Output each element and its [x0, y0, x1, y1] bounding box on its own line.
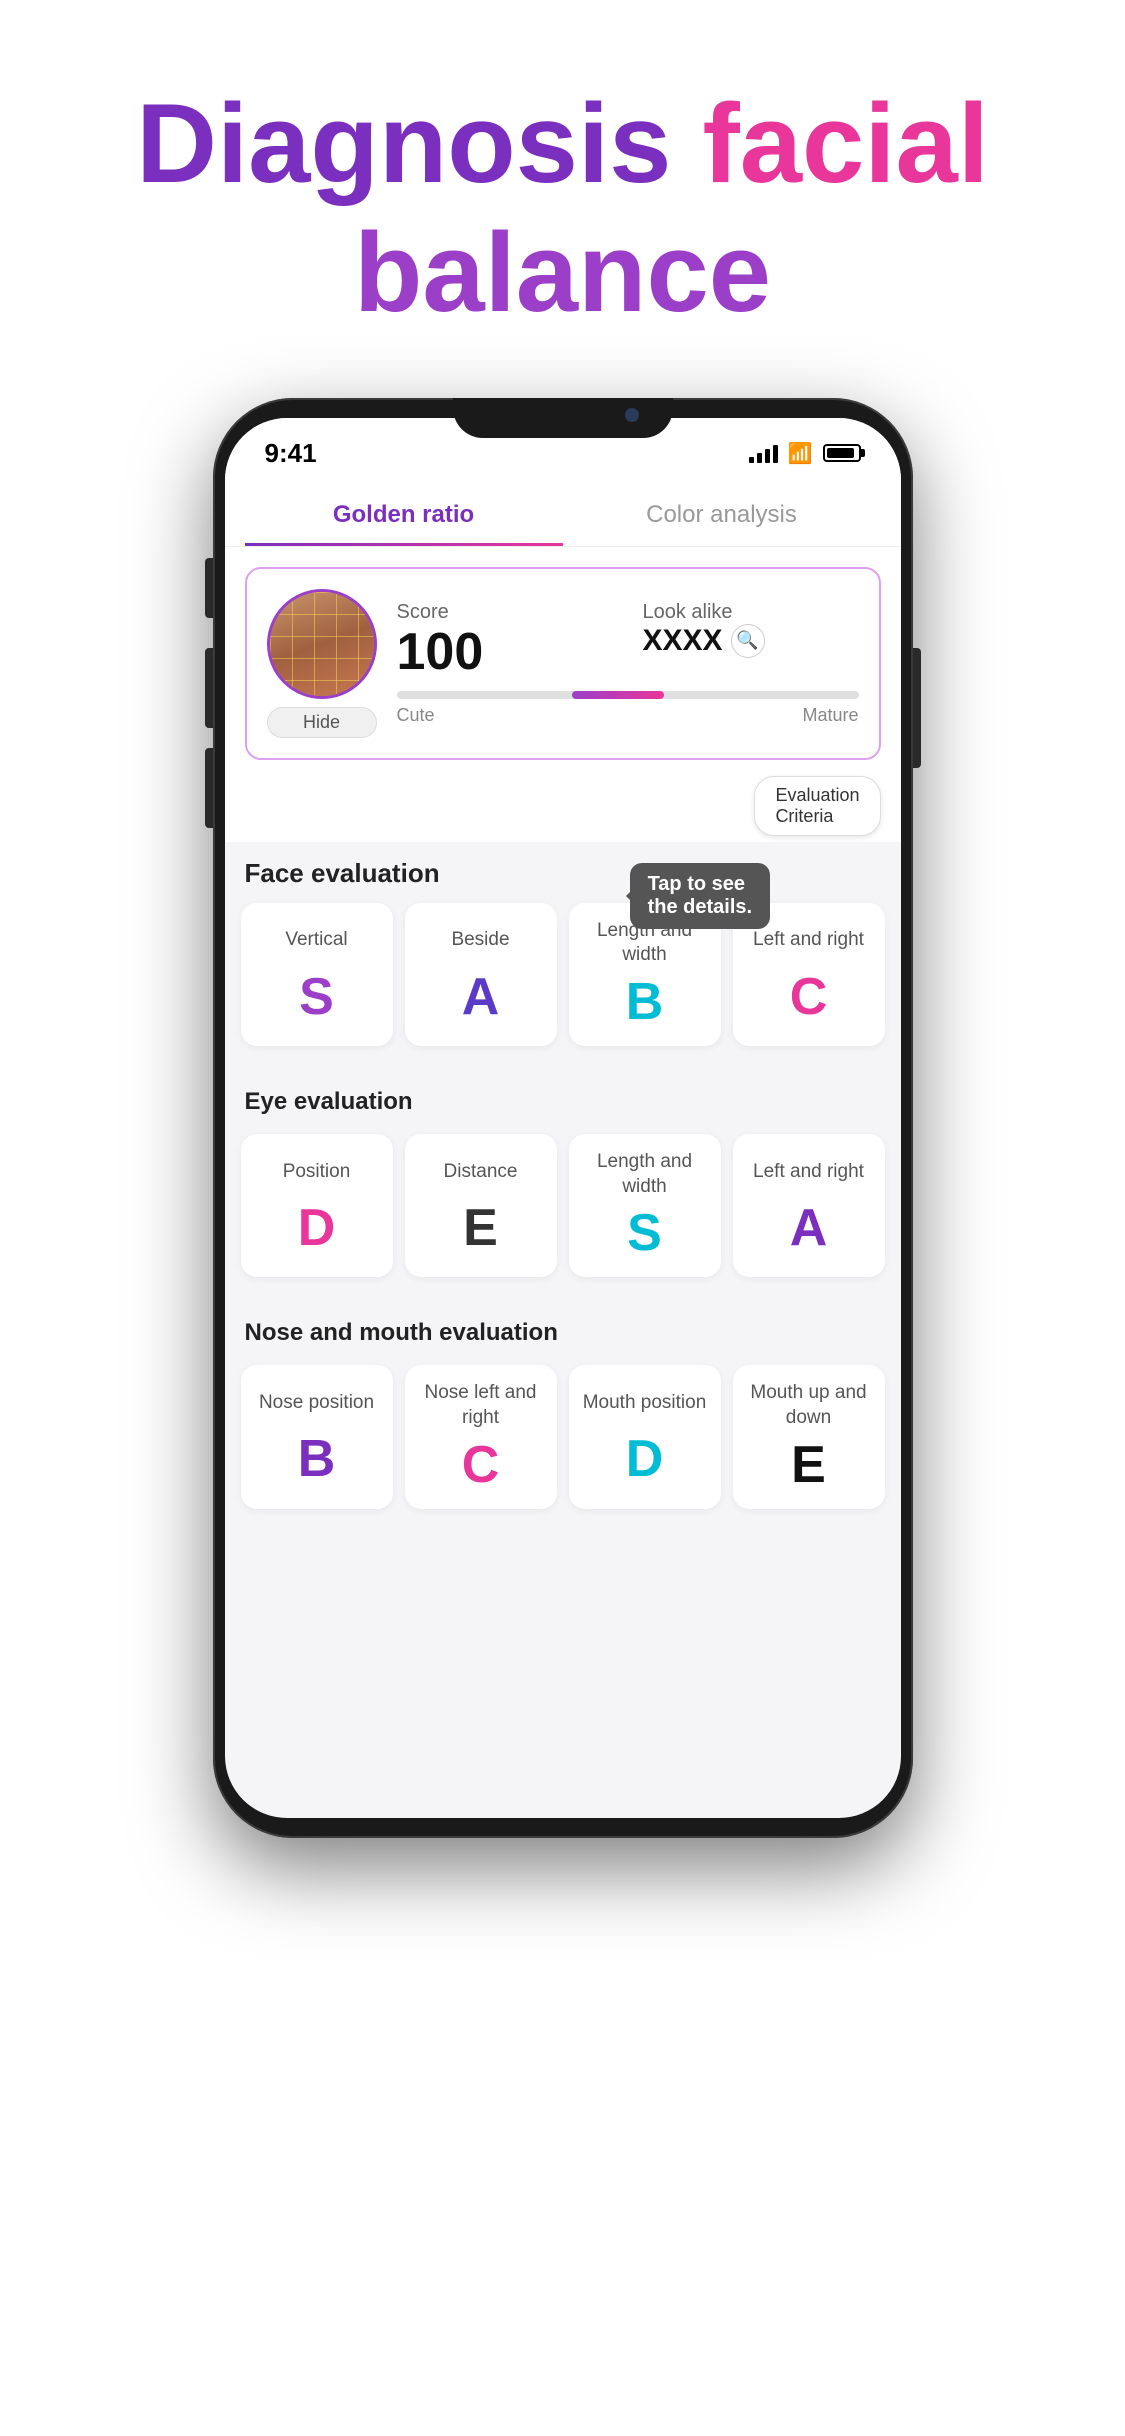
grade-card-nose-left-right[interactable]: Nose left and right C — [405, 1365, 557, 1508]
avatar-face — [270, 592, 374, 696]
signal-icon — [749, 443, 778, 463]
grade-label-eye-distance: Distance — [419, 1150, 543, 1194]
grade-card-nose-position[interactable]: Nose position B — [241, 1365, 393, 1508]
phone-frame: 9:41 📶 Gold — [213, 398, 913, 1838]
grade-label-eye-left-right: Left and right — [747, 1150, 871, 1194]
grade-letter-eye-distance: E — [419, 1202, 543, 1254]
tab-color-analysis[interactable]: Color analysis — [563, 489, 881, 546]
tab-bar: Golden ratio Color analysis — [225, 479, 901, 547]
hide-button[interactable]: Hide — [267, 707, 377, 738]
grade-letter-vertical: S — [255, 971, 379, 1023]
avatar-grid-overlay — [270, 592, 374, 696]
score-column: Score 100 — [397, 601, 613, 681]
phone-wrapper: 9:41 📶 Gold — [0, 378, 1125, 1878]
grade-card-eye-position[interactable]: Position D — [241, 1134, 393, 1277]
grade-letter-left-right: C — [747, 971, 871, 1023]
section-divider-2 — [225, 1297, 901, 1309]
avatar — [267, 589, 377, 699]
eye-evaluation-grid: Position D Distance E Length and width S… — [225, 1124, 901, 1297]
grade-letter-nose-left-right: C — [419, 1439, 543, 1491]
score-label: Score — [397, 601, 613, 624]
header-balance: balance — [354, 210, 771, 335]
bar-fill — [572, 691, 664, 699]
camera-icon — [625, 408, 639, 422]
look-alike-row: XXXX 🔍 — [643, 624, 859, 658]
score-row: Score 100 Look alike XXXX 🔍 — [397, 601, 859, 681]
cute-mature-bar: Cute Mature — [397, 691, 859, 726]
app-content: Golden ratio Color analysis Hide — [225, 479, 901, 1581]
look-alike-label: Look alike — [643, 601, 859, 624]
header-diagnosis: Diagnosis — [136, 81, 702, 206]
grade-card-vertical[interactable]: Vertical S — [241, 903, 393, 1046]
eye-evaluation-title: Eye evaluation — [225, 1078, 901, 1124]
face-evaluation-title: Face evaluation — [245, 858, 440, 889]
bar-labels: Cute Mature — [397, 705, 859, 726]
bar-track — [397, 691, 859, 699]
tab-golden-ratio[interactable]: Golden ratio — [245, 489, 563, 546]
score-value: 100 — [397, 624, 613, 681]
wifi-icon: 📶 — [788, 441, 813, 466]
battery-icon — [823, 444, 861, 462]
grade-card-eye-left-right[interactable]: Left and right A — [733, 1134, 885, 1277]
phone-notch — [453, 398, 673, 438]
grade-label-beside: Beside — [419, 919, 543, 963]
grade-letter-eye-position: D — [255, 1202, 379, 1254]
side-button-power — [913, 648, 921, 768]
eval-criteria-button[interactable]: EvaluationCriteria — [754, 776, 880, 836]
grade-card-mouth-up-down[interactable]: Mouth up and down E — [733, 1365, 885, 1508]
grade-letter-eye-left-right: A — [747, 1202, 871, 1254]
eval-criteria-row: EvaluationCriteria — [225, 770, 901, 842]
phone-screen: 9:41 📶 Gold — [225, 418, 901, 1818]
nose-mouth-evaluation-title: Nose and mouth evaluation — [225, 1309, 901, 1355]
grade-label-mouth-up-down: Mouth up and down — [747, 1381, 871, 1430]
grade-label-eye-position: Position — [255, 1150, 379, 1194]
grade-letter-mouth-up-down: E — [747, 1439, 871, 1491]
grade-label-nose-left-right: Nose left and right — [419, 1381, 543, 1430]
grade-label-nose-position: Nose position — [255, 1381, 379, 1425]
search-button[interactable]: 🔍 — [731, 624, 765, 658]
grade-letter-eye-length-width: S — [583, 1207, 707, 1259]
grade-label-mouth-position: Mouth position — [583, 1381, 707, 1425]
score-card: Hide Score 100 Look alike XXXX — [245, 567, 881, 760]
section-divider-1 — [225, 1066, 901, 1078]
face-evaluation-grid: Vertical S Beside A Length and width B L… — [225, 893, 901, 1066]
status-time: 9:41 — [265, 438, 317, 469]
grade-letter-length-width: B — [583, 976, 707, 1028]
bar-label-mature: Mature — [802, 705, 858, 726]
grade-label-vertical: Vertical — [255, 919, 379, 963]
grade-label-eye-length-width: Length and width — [583, 1150, 707, 1199]
look-alike-column: Look alike XXXX 🔍 — [643, 601, 859, 681]
grade-card-eye-length-width[interactable]: Length and width S — [569, 1134, 721, 1277]
grade-letter-mouth-position: D — [583, 1433, 707, 1485]
side-button-vol-up — [205, 648, 213, 728]
grade-card-mouth-position[interactable]: Mouth position D — [569, 1365, 721, 1508]
side-button-mute — [205, 558, 213, 618]
side-button-vol-down — [205, 748, 213, 828]
section-divider-3 — [225, 1529, 901, 1541]
page-header: Diagnosis facial balance — [0, 0, 1125, 378]
look-alike-value: XXXX — [643, 624, 723, 658]
score-info: Score 100 Look alike XXXX 🔍 — [397, 601, 859, 726]
status-icons: 📶 — [749, 441, 861, 466]
grade-letter-nose-position: B — [255, 1433, 379, 1485]
grade-card-beside[interactable]: Beside A — [405, 903, 557, 1046]
grade-card-eye-distance[interactable]: Distance E — [405, 1134, 557, 1277]
header-facial: facial — [702, 81, 988, 206]
tooltip-bubble: Tap to seethe details. — [630, 863, 770, 929]
bar-label-cute: Cute — [397, 705, 435, 726]
nose-mouth-evaluation-grid: Nose position B Nose left and right C Mo… — [225, 1355, 901, 1528]
face-evaluation-header: Face evaluation Tap to seethe details. — [225, 842, 901, 893]
grade-letter-beside: A — [419, 971, 543, 1023]
